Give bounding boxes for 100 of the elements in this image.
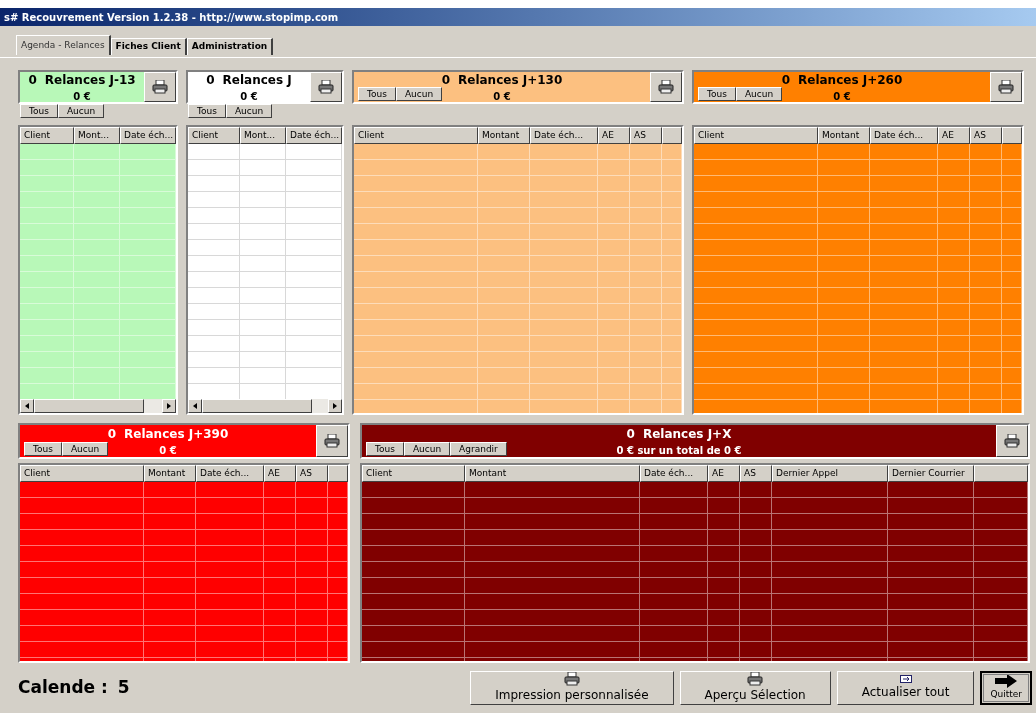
horizontal-scrollbar[interactable] — [20, 399, 176, 413]
action-button[interactable]: Impression personnalisée — [470, 671, 674, 705]
column-header[interactable]: Date éch... — [530, 127, 598, 144]
relance-count: 0 — [626, 425, 635, 443]
printer-icon — [658, 80, 674, 94]
column-header[interactable]: Montant — [818, 127, 870, 144]
column-header[interactable]: Dernier Appel — [772, 465, 888, 482]
column-header[interactable]: AE — [708, 465, 740, 482]
panel-title: Relances J+390 — [124, 425, 229, 443]
column-header[interactable]: AS — [296, 465, 328, 482]
column-header[interactable]: Mont... — [74, 127, 120, 144]
printer-icon — [152, 80, 168, 94]
column-header[interactable]: AS — [630, 127, 662, 144]
data-grid[interactable]: Client Montant Date éch... AE AS — [692, 125, 1024, 415]
column-header[interactable]: Client — [354, 127, 478, 144]
relance-count: 0 — [441, 71, 451, 89]
column-header[interactable]: Date éch... — [196, 465, 264, 482]
horizontal-scrollbar[interactable] — [188, 399, 342, 413]
arrow-right-icon — [995, 674, 1018, 689]
scroll-left-icon[interactable] — [25, 403, 29, 409]
column-header[interactable]: Date éch... — [120, 127, 176, 144]
column-header[interactable]: Client — [20, 465, 144, 482]
column-header[interactable]: Client — [20, 127, 74, 144]
column-header[interactable]: Dernier Courrier — [888, 465, 974, 482]
action-button[interactable]: Actualiser tout — [836, 671, 975, 705]
panel-title: Relances J — [222, 71, 292, 89]
select-button[interactable]: Tous — [358, 87, 396, 101]
select-button[interactable]: Tous — [366, 442, 404, 456]
printer-icon — [998, 80, 1014, 94]
column-header[interactable]: Date éch... — [640, 465, 708, 482]
select-button[interactable]: Aucun — [61, 442, 109, 456]
scroll-left-icon[interactable] — [193, 403, 197, 409]
select-button[interactable]: Aucun — [395, 87, 443, 101]
amount-total: 0 € — [833, 89, 851, 104]
column-header[interactable]: AE — [264, 465, 296, 482]
tab[interactable]: Agenda - Relances — [16, 35, 111, 55]
amount-total: 0 € — [493, 89, 511, 104]
printer-icon — [563, 672, 580, 686]
column-header[interactable]: AS — [970, 127, 1002, 144]
print-button[interactable] — [310, 72, 342, 102]
tab[interactable]: Fiches Client — [110, 38, 187, 55]
column-header[interactable]: AS — [740, 465, 772, 482]
column-header[interactable]: Montant — [144, 465, 196, 482]
column-header[interactable]: AE — [598, 127, 630, 144]
relance-count: 0 — [28, 71, 37, 89]
data-grid[interactable]: Client Montant Date éch... AE AS — [18, 463, 350, 663]
select-button[interactable]: Aucun — [57, 104, 105, 118]
print-button[interactable] — [996, 425, 1028, 457]
column-header[interactable]: Client — [694, 127, 818, 144]
scroll-right-icon[interactable] — [333, 403, 337, 409]
column-header[interactable]: Client — [362, 465, 465, 482]
status-label: Calende : — [18, 676, 108, 700]
data-grid[interactable]: Client Montant Date éch... AE AS — [352, 125, 684, 415]
status-value: 5 — [117, 676, 130, 700]
data-grid[interactable]: Client Mont... Date éch... — [186, 125, 344, 415]
data-grid[interactable]: Client Montant Date éch... AE AS Dernier Appel Dernier Courrier — [360, 463, 1030, 663]
printer-icon — [318, 80, 334, 94]
print-button[interactable] — [990, 72, 1022, 102]
relance-count: 0 — [781, 71, 791, 89]
data-grid[interactable]: Client Mont... Date éch... — [18, 125, 178, 415]
select-button[interactable]: Agrandir — [450, 442, 507, 456]
panel-title: Relances J+130 — [458, 71, 563, 89]
amount-total: 0 € — [240, 89, 258, 104]
select-button[interactable]: Tous — [698, 87, 736, 101]
print-button[interactable] — [316, 425, 348, 457]
select-button[interactable]: Tous — [20, 104, 58, 118]
column-header — [328, 465, 348, 482]
quit-button[interactable]: Quitter — [980, 671, 1032, 705]
column-header[interactable]: Montant — [465, 465, 640, 482]
column-header[interactable]: Montant — [478, 127, 530, 144]
scroll-right-icon[interactable] — [167, 403, 171, 409]
print-button[interactable] — [650, 72, 682, 102]
panel-title: Relances J+X — [642, 425, 732, 443]
column-header — [974, 465, 1028, 482]
column-header[interactable]: Date éch... — [286, 127, 342, 144]
column-header[interactable]: AE — [938, 127, 970, 144]
select-button[interactable]: Aucun — [225, 104, 273, 118]
column-header[interactable]: Date éch... — [870, 127, 938, 144]
panel-title: Relances J-13 — [44, 71, 136, 89]
amount-total: 0 € sur un total de 0 € — [616, 443, 742, 458]
printer-icon — [1004, 434, 1020, 448]
amount-total: 0 € — [159, 443, 177, 458]
select-button[interactable]: Aucun — [735, 87, 783, 101]
printer-icon — [747, 672, 764, 686]
panel-title: Relances J+260 — [798, 71, 903, 89]
action-button[interactable]: Aperçu Sélection — [679, 671, 831, 705]
tab[interactable]: Administration — [186, 38, 274, 55]
print-button[interactable] — [144, 72, 176, 102]
relance-count: 0 — [107, 425, 117, 443]
select-button[interactable]: Aucun — [403, 442, 451, 456]
column-header — [662, 127, 682, 144]
column-header[interactable]: Mont... — [240, 127, 286, 144]
amount-total: 0 € — [73, 89, 91, 104]
select-button[interactable]: Tous — [24, 442, 62, 456]
refresh-icon — [899, 675, 912, 683]
relance-count: 0 — [206, 71, 215, 89]
column-header — [1002, 127, 1022, 144]
column-header[interactable]: Client — [188, 127, 240, 144]
printer-icon — [324, 434, 340, 448]
select-button[interactable]: Tous — [188, 104, 226, 118]
